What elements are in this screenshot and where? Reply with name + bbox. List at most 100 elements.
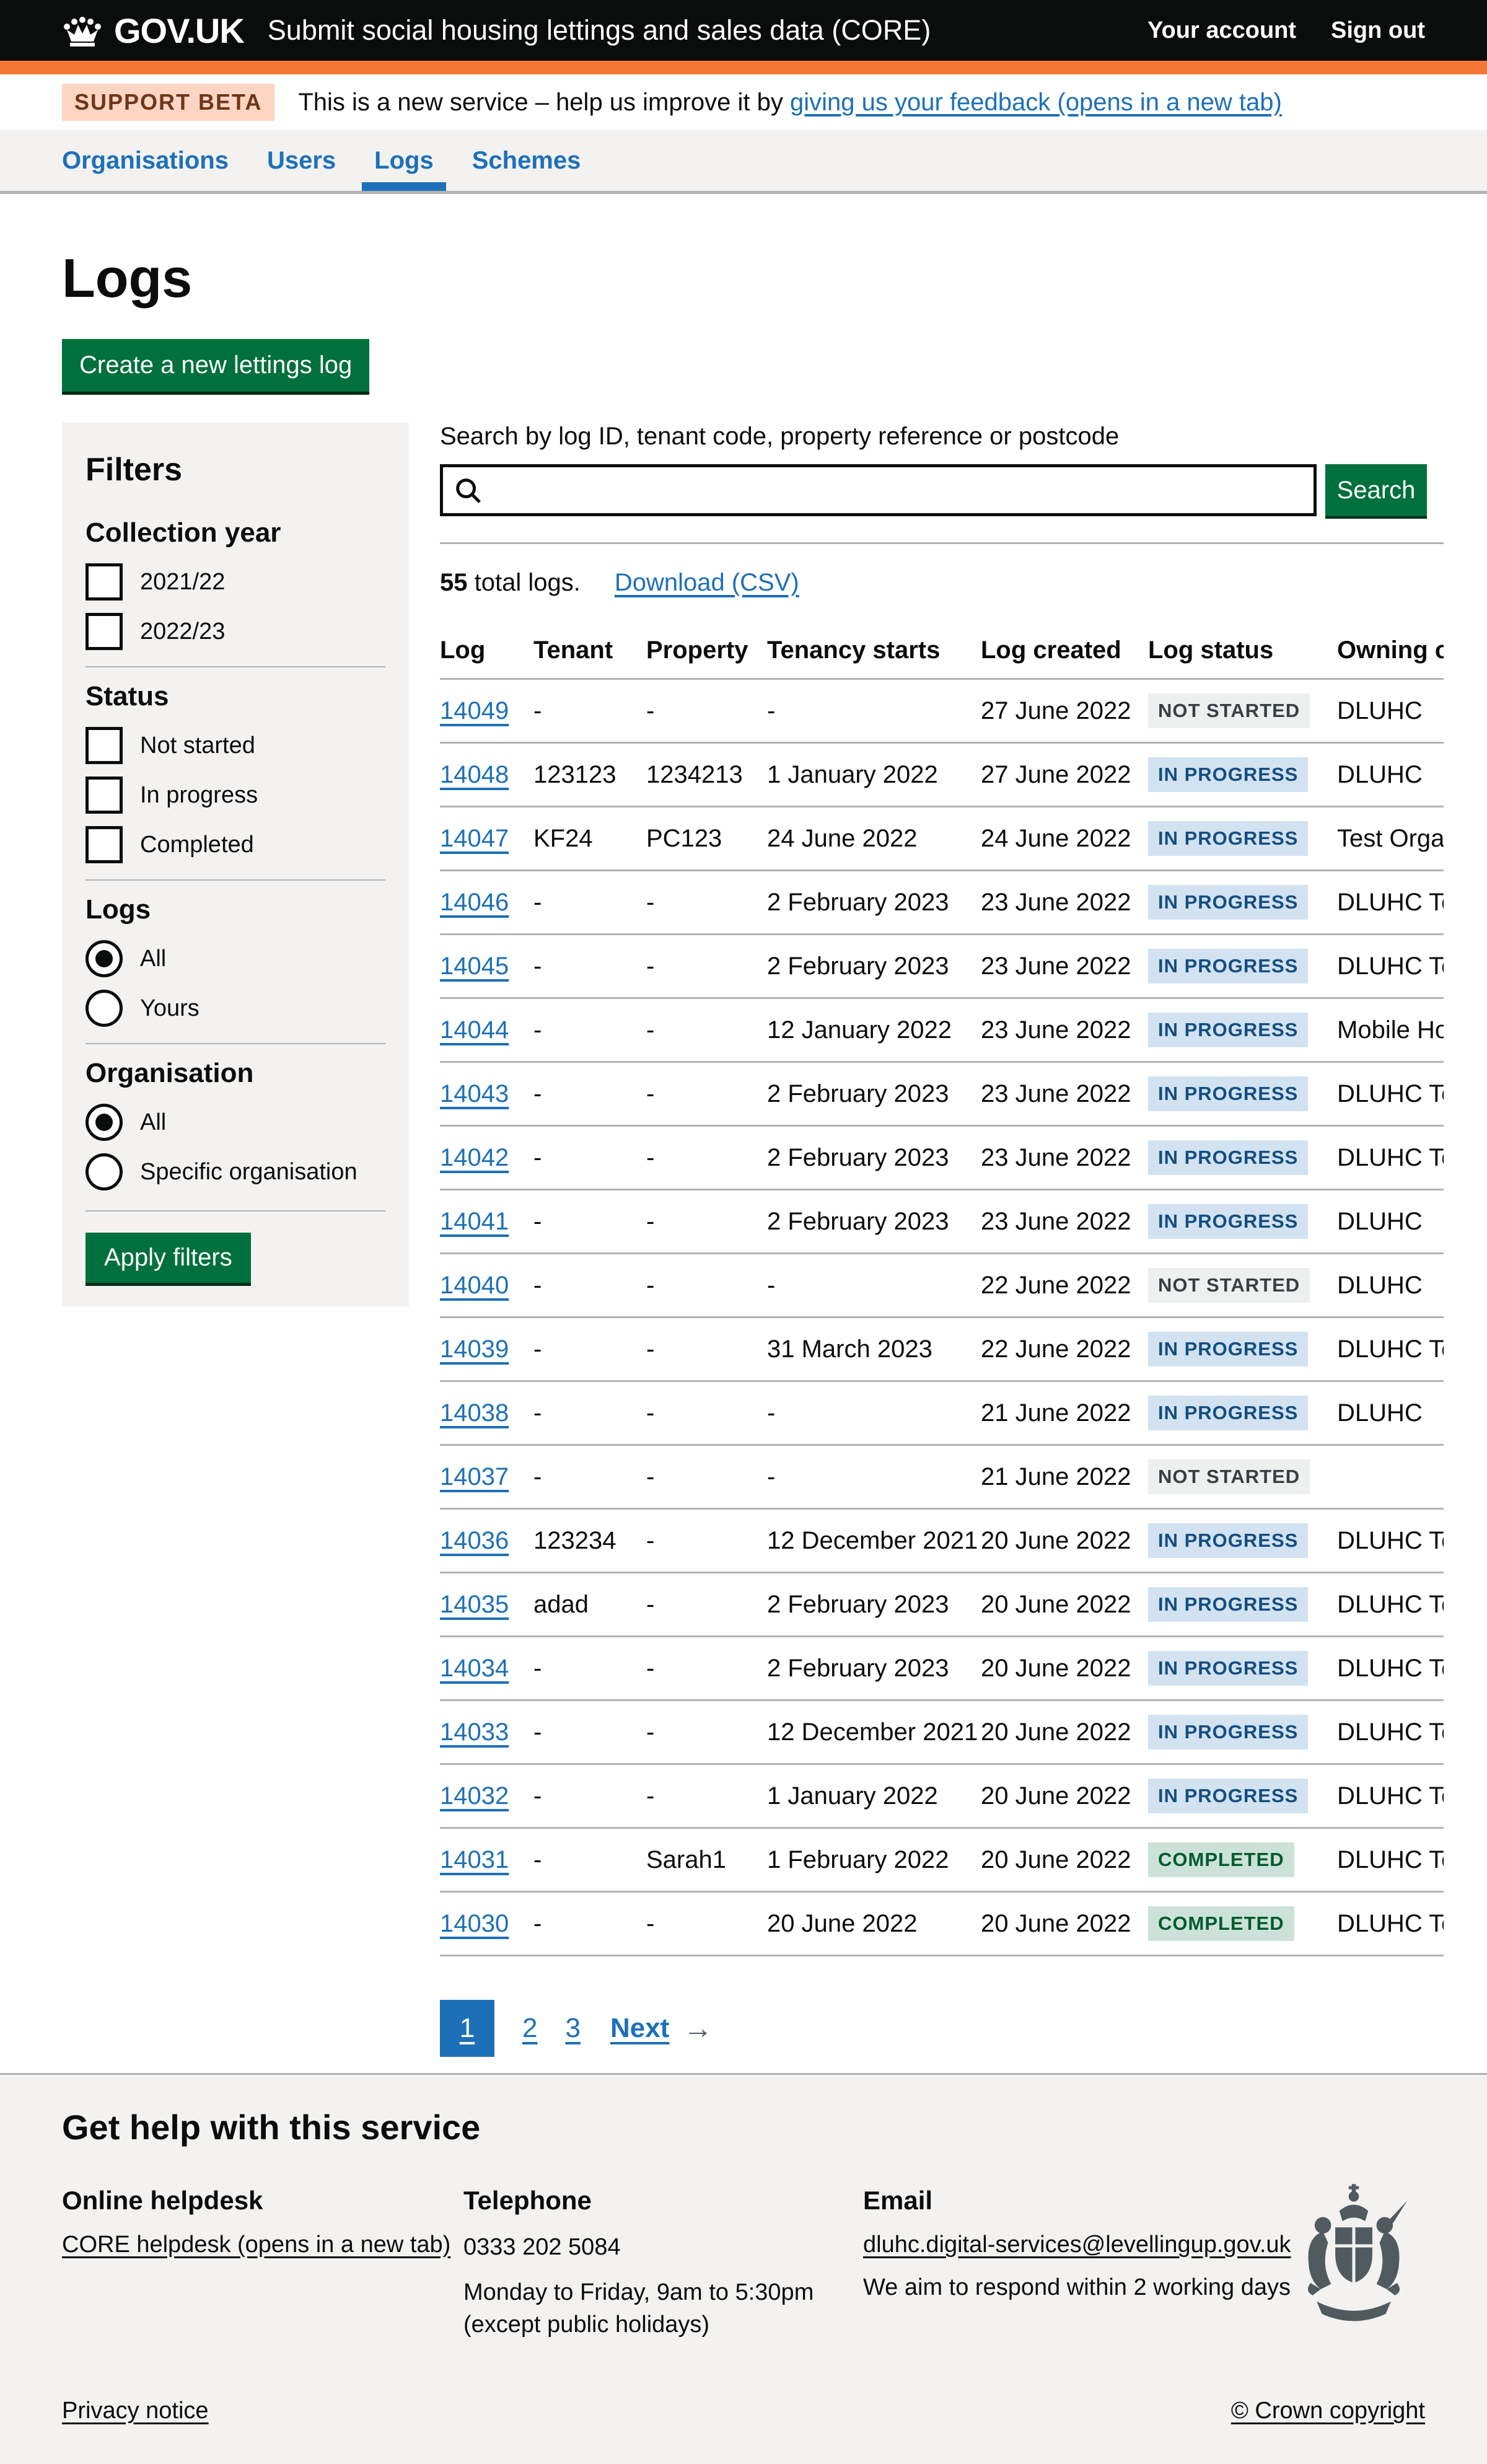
log-id-link[interactable]: 14043: [440, 1080, 509, 1107]
log-id-link[interactable]: 14032: [440, 1782, 509, 1810]
log-id-link[interactable]: 14031: [440, 1846, 509, 1873]
sign-out-link[interactable]: Sign out: [1331, 17, 1425, 44]
owning-organisation-cell: DLUHC Test: [1337, 1892, 1444, 1956]
radio-all[interactable]: All: [86, 1104, 385, 1141]
pagination-page-2[interactable]: 2: [522, 2013, 537, 2044]
table-row: 14047KF24PC12324 June 202224 June 2022IN…: [440, 807, 1444, 871]
privacy-notice-link[interactable]: Privacy notice: [62, 2398, 209, 2424]
govuk-logo[interactable]: GOV.UK: [62, 11, 244, 51]
phase-banner-message: This is a new service – help us improve …: [298, 89, 783, 116]
radio-circle[interactable]: [86, 940, 123, 977]
radio-all[interactable]: All: [86, 940, 385, 977]
property-cell: -: [646, 1381, 767, 1445]
filter-group-logs: LogsAllYours: [86, 879, 385, 1043]
create-lettings-log-button[interactable]: Create a new lettings log: [62, 339, 369, 392]
download-csv-link[interactable]: Download (CSV): [615, 569, 799, 596]
log-id-link[interactable]: 14045: [440, 953, 509, 980]
log-id-link[interactable]: 14044: [440, 1016, 509, 1044]
primary-nav: Organisations Users Logs Schemes: [0, 130, 1487, 194]
results-section: Search by log ID, tenant code, property …: [440, 423, 1444, 2073]
property-cell: -: [646, 1892, 767, 1956]
pagination-next-arrow-icon[interactable]: →: [683, 2012, 713, 2046]
search-button[interactable]: Search: [1325, 464, 1427, 516]
property-cell: -: [646, 1701, 767, 1764]
apply-filters-button[interactable]: Apply filters: [86, 1233, 251, 1283]
radio-circle[interactable]: [86, 1153, 123, 1190]
created-cell: 23 June 2022: [981, 1062, 1148, 1126]
log-id-link[interactable]: 14040: [440, 1272, 509, 1299]
nav-tab-users[interactable]: Users: [267, 130, 336, 191]
tenant-cell: -: [533, 1254, 646, 1318]
checkbox-2021-22[interactable]: 2021/22: [86, 563, 385, 601]
checkbox-not-started[interactable]: Not started: [86, 727, 385, 764]
log-id-link[interactable]: 14035: [440, 1591, 509, 1618]
status-badge: IN PROGRESS: [1148, 885, 1308, 920]
checkbox-box[interactable]: [86, 613, 123, 650]
nav-tab-logs[interactable]: Logs: [374, 130, 434, 191]
checkbox-box[interactable]: [86, 826, 123, 863]
checkbox-box[interactable]: [86, 727, 123, 764]
tenant-cell: -: [533, 1126, 646, 1190]
radio-specific-organisation[interactable]: Specific organisation: [86, 1153, 385, 1190]
property-cell: -: [646, 1318, 767, 1381]
tenancy-starts-cell: -: [767, 1381, 981, 1445]
checkbox-box[interactable]: [86, 563, 123, 601]
tenant-cell: -: [533, 1445, 646, 1509]
pagination-page-1-current[interactable]: 1: [440, 2000, 494, 2057]
radio-yours[interactable]: Yours: [86, 990, 385, 1027]
property-cell: -: [646, 1637, 767, 1701]
created-cell: 20 June 2022: [981, 1509, 1148, 1573]
log-id-link[interactable]: 14046: [440, 889, 509, 916]
option-label: Not started: [140, 733, 255, 759]
feedback-link[interactable]: giving us your feedback (opens in a new …: [790, 89, 1282, 116]
log-id-link[interactable]: 14034: [440, 1655, 509, 1682]
log-id-link[interactable]: 14042: [440, 1144, 509, 1171]
your-account-link[interactable]: Your account: [1147, 17, 1296, 44]
logs-table: LogTenantPropertyTenancy startsLog creat…: [440, 623, 1444, 1956]
log-id-link[interactable]: 14038: [440, 1399, 509, 1427]
radio-circle[interactable]: [86, 1104, 123, 1141]
log-id-link[interactable]: 14030: [440, 1910, 509, 1937]
log-id-link[interactable]: 14037: [440, 1463, 509, 1490]
tenancy-starts-cell: 20 June 2022: [767, 1892, 981, 1956]
owning-organisation-cell: DLUHC Test: [1337, 1573, 1444, 1637]
property-cell: -: [646, 679, 767, 743]
radio-circle[interactable]: [86, 990, 123, 1027]
search-icon: [454, 476, 482, 504]
checkbox-2022-23[interactable]: 2022/23: [86, 613, 385, 650]
nav-tab-organisations[interactable]: Organisations: [62, 130, 229, 191]
filter-group-collection-year: Collection year2021/222022/23: [86, 504, 385, 666]
log-id-link[interactable]: 14033: [440, 1718, 509, 1746]
created-cell: 27 June 2022: [981, 679, 1148, 743]
log-id-link[interactable]: 14049: [440, 697, 509, 724]
status-badge: IN PROGRESS: [1148, 1013, 1308, 1047]
checkbox-in-progress[interactable]: In progress: [86, 777, 385, 814]
tenancy-starts-cell: 12 December 2021: [767, 1701, 981, 1764]
checkbox-box[interactable]: [86, 777, 123, 814]
owning-organisation-cell: Test Organis: [1337, 807, 1444, 871]
property-cell: -: [646, 1062, 767, 1126]
email-link[interactable]: dluhc.digital-services@levellingup.gov.u…: [863, 2232, 1291, 2258]
search-input[interactable]: [440, 464, 1317, 516]
core-helpdesk-link[interactable]: CORE helpdesk (opens in a new tab): [62, 2232, 450, 2258]
owning-organisation-cell: DLUHC Test: [1337, 935, 1444, 998]
tenant-cell: adad: [533, 1573, 646, 1637]
owning-organisation-cell: DLUHC Test: [1337, 1701, 1444, 1764]
pagination-next-link[interactable]: Next: [610, 2013, 669, 2044]
log-id-link[interactable]: 14048: [440, 761, 509, 788]
log-id-link[interactable]: 14047: [440, 825, 509, 852]
tenancy-starts-cell: 12 December 2021: [767, 1509, 981, 1573]
status-badge: IN PROGRESS: [1148, 1587, 1308, 1622]
service-name-link[interactable]: Submit social housing lettings and sales…: [268, 14, 931, 46]
crown-copyright-link[interactable]: © Crown copyright: [1231, 2398, 1425, 2424]
log-id-link[interactable]: 14036: [440, 1527, 509, 1554]
property-cell: -: [646, 1764, 767, 1828]
column-header-tenancy-starts: Tenancy starts: [767, 623, 981, 679]
pagination-page-3[interactable]: 3: [565, 2013, 580, 2044]
nav-tab-schemes[interactable]: Schemes: [472, 130, 581, 191]
status-badge: NOT STARTED: [1148, 1268, 1310, 1303]
log-id-link[interactable]: 14039: [440, 1335, 509, 1363]
checkbox-completed[interactable]: Completed: [86, 826, 385, 863]
log-id-link[interactable]: 14041: [440, 1208, 509, 1235]
tenant-cell: -: [533, 935, 646, 998]
